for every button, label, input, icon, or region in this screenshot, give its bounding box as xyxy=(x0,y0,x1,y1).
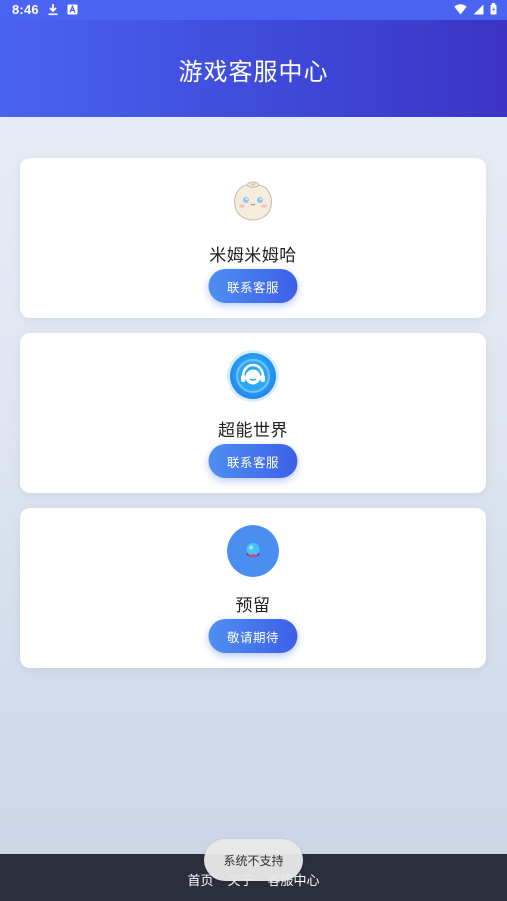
status-time: 8:46 xyxy=(12,2,39,17)
download-icon xyxy=(47,3,59,16)
contact-support-button[interactable]: 联系客服 xyxy=(208,269,298,303)
card-title: 超能世界 xyxy=(218,421,288,441)
game-card-reserved: 预留 敬请期待 xyxy=(20,508,486,668)
battery-icon xyxy=(490,3,497,15)
status-bar: 8:46 xyxy=(0,0,507,20)
contact-support-button[interactable]: 联系客服 xyxy=(208,444,298,478)
signal-icon xyxy=(473,4,484,15)
game-card-super-world: 超能世界 联系客服 xyxy=(20,333,486,493)
dumpling-mascot-icon xyxy=(227,175,279,227)
toast-message: 系统不支持 xyxy=(204,839,303,881)
page-title: 游戏客服中心 xyxy=(178,58,329,86)
planet-placeholder-icon xyxy=(227,525,279,577)
text-a-icon xyxy=(67,4,78,15)
wifi-icon xyxy=(454,3,467,15)
headset-support-icon xyxy=(227,350,279,402)
card-title: 预留 xyxy=(235,596,271,616)
status-right xyxy=(454,3,497,15)
app-header: 8:46 游戏客服中心 xyxy=(0,0,507,117)
status-left: 8:46 xyxy=(12,2,78,17)
coming-soon-button[interactable]: 敬请期待 xyxy=(208,619,298,653)
game-card-mimumiha: 米姆米姆哈 联系客服 xyxy=(20,158,486,318)
card-title: 米姆米姆哈 xyxy=(209,246,297,266)
